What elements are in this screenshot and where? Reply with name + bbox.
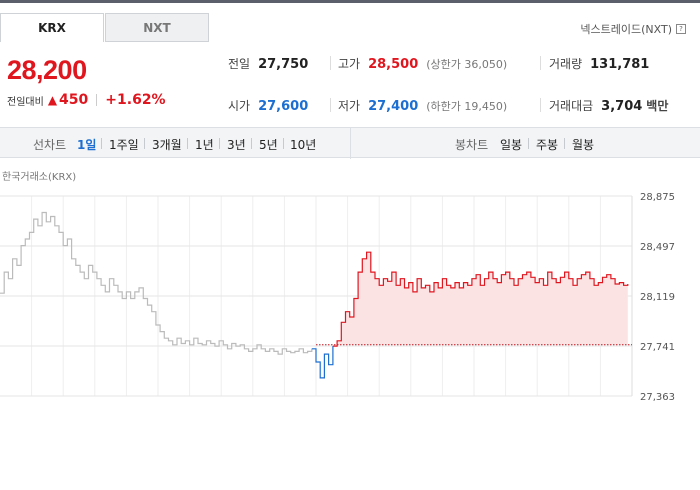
y-tick-label: 28,119 [640,292,675,303]
price-chart: 28,875 28,497 28,119 27,741 27,363 [0,192,675,403]
area-fill-up [337,252,628,345]
y-tick-label: 28,497 [640,242,675,253]
y-tick-label: 27,741 [640,342,675,353]
series-line-below-prev [311,346,334,379]
y-tick-label: 28,875 [640,192,675,203]
y-tick-label: 27,363 [640,392,675,403]
series-line-pre-market [0,211,313,355]
